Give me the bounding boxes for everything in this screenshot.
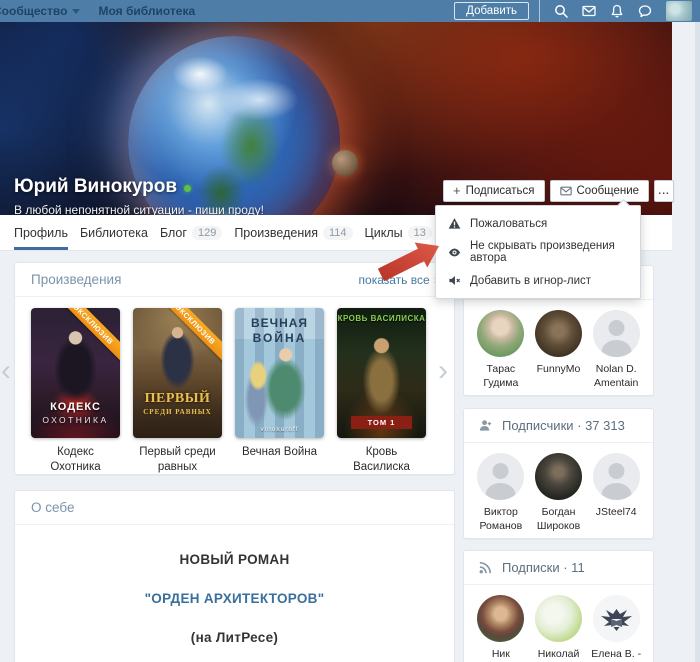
menu-item-ignore-list[interactable]: Добавить в игнор-лист [436,269,640,292]
exclusive-badge: ЭКСКЛЮЗИВ [154,308,222,366]
plus-icon: + [453,183,461,198]
book-cover-krov-vasiliska[interactable]: КРОВЬ ВАСИЛИСКА ТОМ 1 [337,308,426,438]
tab-library[interactable]: Библиотека [80,215,148,250]
book-title[interactable]: Кровь Василиска [337,445,426,475]
about-novel-link[interactable]: "ОРДЕН АРХИТЕКТОРОВ" [15,591,454,606]
rss-icon [478,560,493,575]
menu-item-report[interactable]: Пожаловаться [436,212,640,235]
subscribe-label: Подписаться [466,185,535,197]
books-carousel: КОДЕКСОХОТНИКА ЭКСКЛЮЗИВ Кодекс Охотника… [15,297,454,475]
more-options-dropdown: Пожаловаться Не скрывать произведения ав… [435,205,641,299]
avatar [477,453,524,500]
bell-icon[interactable] [610,4,624,18]
avatar [477,595,524,642]
exclusive-badge: ЭКСКЛЮЗИВ [52,308,120,366]
friend-item[interactable]: Nolan D. Amentain [587,310,645,390]
envelope-icon [560,185,572,197]
about-title: О себе [31,500,74,515]
tab-profile[interactable]: Профиль [14,215,68,250]
tab-works[interactable]: Произведения114 [234,215,352,250]
book-cover-vechnaya-vojna[interactable]: ВЕЧНАЯВОЙНА vinokuroff [235,308,324,438]
tab-works-count: 114 [323,226,353,240]
caret-down-icon [72,9,80,14]
follower-item[interactable]: Богдан Широков [530,453,588,533]
avatar [535,595,582,642]
avatar [535,310,582,357]
red-arrow-annotation [377,229,441,285]
avatar [477,310,524,357]
follower-item[interactable]: JSteel74 [587,453,645,533]
tab-blog-count: 129 [192,226,222,240]
page: Сообщество Моя библиотека Добавить Юрий … [0,0,700,662]
follower-item[interactable]: Виктор Романов [472,453,530,533]
mute-icon [448,274,461,287]
about-line-new-novel: НОВЫЙ РОМАН [15,552,454,567]
book-title[interactable]: Кодекс Охотника [31,445,120,475]
carousel-next-icon[interactable]: › [438,356,448,386]
followers-label[interactable]: Подписчики · 37 313 [502,418,625,433]
subscription-item[interactable]: Ник Перумов [472,595,530,662]
friend-item[interactable]: FunnyMo [530,310,588,390]
followers-card: Подписчики · 37 313 Виктор Романов Богда… [463,408,654,539]
scrollbar[interactable] [695,22,700,662]
search-icon[interactable] [554,4,568,18]
works-title: Произведения [31,272,121,287]
avatar [593,310,640,357]
message-button[interactable]: Сообщение [550,180,650,202]
online-indicator [184,185,191,192]
eye-icon [448,246,461,259]
menu-item-unhide-works[interactable]: Не скрывать произведения автора [436,235,640,269]
subscribe-button[interactable]: + Подписаться [443,180,545,202]
book-item: КОДЕКСОХОТНИКА ЭКСКЛЮЗИВ Кодекс Охотника [31,308,120,475]
more-options-button[interactable]: ... [654,180,674,202]
moon-image [332,150,358,176]
community-menu[interactable]: Сообщество [0,4,80,18]
works-card: Произведения показать все › КОДЕКСОХОТНИ… [14,262,455,475]
tab-blog[interactable]: Блог129 [160,215,222,250]
chat-icon[interactable] [638,4,652,18]
book-cover-pervyj-sredi-ravnyh[interactable]: ПЕРВЫЙСРЕДИ РАВНЫХ ЭКСКЛЮЗИВ [133,308,222,438]
followers-icon [478,418,493,433]
profile-name-text: Юрий Винокуров [14,176,177,198]
profile-actions: + Подписаться Сообщение ... [443,180,674,202]
community-menu-label: Сообщество [0,4,67,18]
divider [539,0,540,22]
about-line-litres: (на ЛитРесе) [15,630,454,645]
book-item: ВЕЧНАЯВОЙНА vinokuroff Вечная Война [235,308,324,475]
subscriptions-label[interactable]: Подписки · 11 [502,560,585,575]
subscriptions-card: Подписки · 11 Ник Перумов Николай Елена … [463,550,654,662]
book-item: КРОВЬ ВАСИЛИСКА ТОМ 1 Кровь Василиска [337,308,426,475]
avatar [535,453,582,500]
book-title[interactable]: Первый среди равных [133,445,222,475]
mail-icon[interactable] [582,4,596,18]
add-button[interactable]: Добавить [454,2,529,20]
book-title[interactable]: Вечная Война [235,445,324,460]
book-item: ПЕРВЫЙСРЕДИ РАВНЫХ ЭКСКЛЮЗИВ Первый сред… [133,308,222,475]
subscription-item[interactable]: Николай [530,595,588,662]
about-card: О себе НОВЫЙ РОМАН "ОРДЕН АРХИТЕКТОРОВ" … [14,490,455,662]
avatar [593,595,640,642]
user-avatar[interactable] [666,1,692,21]
warning-icon [448,217,461,230]
eagle-emblem-icon [593,595,640,642]
profile-tagline: В любой непонятной ситуации - пиши проду… [14,203,264,215]
book-cover-kodeks-ohotnika[interactable]: КОДЕКСОХОТНИКА ЭКСКЛЮЗИВ [31,308,120,438]
friend-item[interactable]: Тарас Гудима [472,310,530,390]
top-navigation-bar: Сообщество Моя библиотека Добавить [0,0,700,22]
profile-name: Юрий Винокуров [14,176,191,198]
carousel-prev-icon[interactable]: ‹ [1,356,11,386]
message-label: Сообщение [577,185,640,197]
avatar [593,453,640,500]
subscription-item[interactable]: Елена В. - [587,595,645,662]
my-library-link[interactable]: Моя библиотека [98,4,195,18]
